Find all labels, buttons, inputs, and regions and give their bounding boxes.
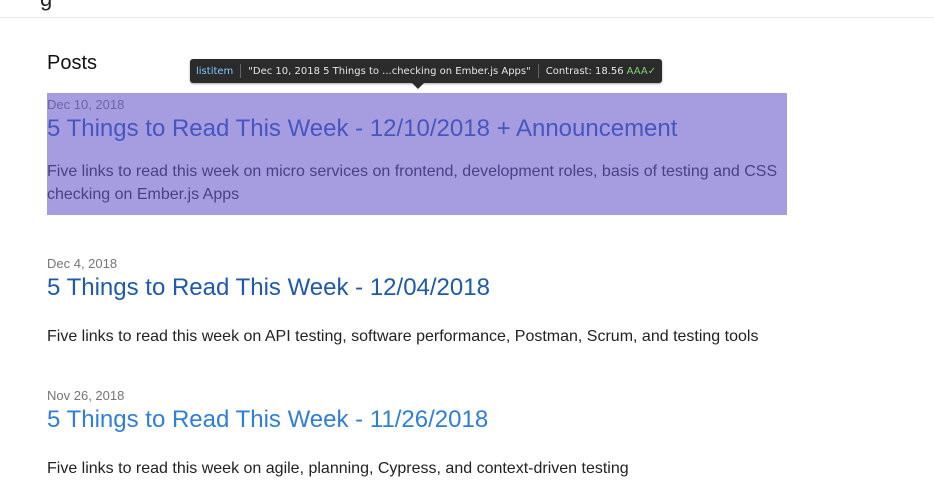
inspector-tooltip: listitem "Dec 10, 2018 5 Things to ...ch… bbox=[190, 59, 663, 89]
post-list-item: Nov 26, 2018 5 Things to Read This Week … bbox=[47, 384, 787, 480]
post-date: Dec 4, 2018 bbox=[47, 256, 118, 271]
tooltip-contrast-rating: AAA bbox=[626, 65, 648, 77]
tooltip-accessible-name: "Dec 10, 2018 5 Things to ...checking on… bbox=[248, 65, 531, 77]
post-title-link[interactable]: 5 Things to Read This Week - 11/26/2018 bbox=[47, 406, 787, 434]
tooltip-pointer bbox=[412, 83, 424, 89]
tooltip-divider bbox=[537, 64, 539, 78]
posts-list: Dec 10, 2018 5 Things to Read This Week … bbox=[47, 93, 787, 480]
post-title-link[interactable]: 5 Things to Read This Week - 12/10/2018 … bbox=[47, 115, 787, 143]
post-list-item: Dec 10, 2018 5 Things to Read This Week … bbox=[47, 93, 787, 215]
post-excerpt: Five links to read this week on micro se… bbox=[47, 163, 778, 203]
site-brand-fragment[interactable]: g bbox=[40, 0, 52, 12]
tooltip-divider bbox=[240, 64, 242, 78]
post-title-link[interactable]: 5 Things to Read This Week - 12/04/2018 bbox=[47, 274, 787, 302]
post-excerpt: Five links to read this week on agile, p… bbox=[47, 460, 629, 477]
site-header: g bbox=[0, 0, 934, 18]
tooltip-contrast: Contrast: 18.56 bbox=[545, 65, 624, 77]
post-date: Nov 26, 2018 bbox=[47, 388, 125, 403]
posts-heading: Posts bbox=[47, 52, 98, 74]
post-excerpt: Five links to read this week on API test… bbox=[47, 328, 759, 345]
check-icon: ✓ bbox=[647, 65, 657, 77]
post-list-item: Dec 4, 2018 5 Things to Read This Week -… bbox=[47, 252, 787, 348]
post-date: Dec 10, 2018 bbox=[47, 97, 125, 112]
tooltip-role: listitem bbox=[196, 65, 234, 77]
